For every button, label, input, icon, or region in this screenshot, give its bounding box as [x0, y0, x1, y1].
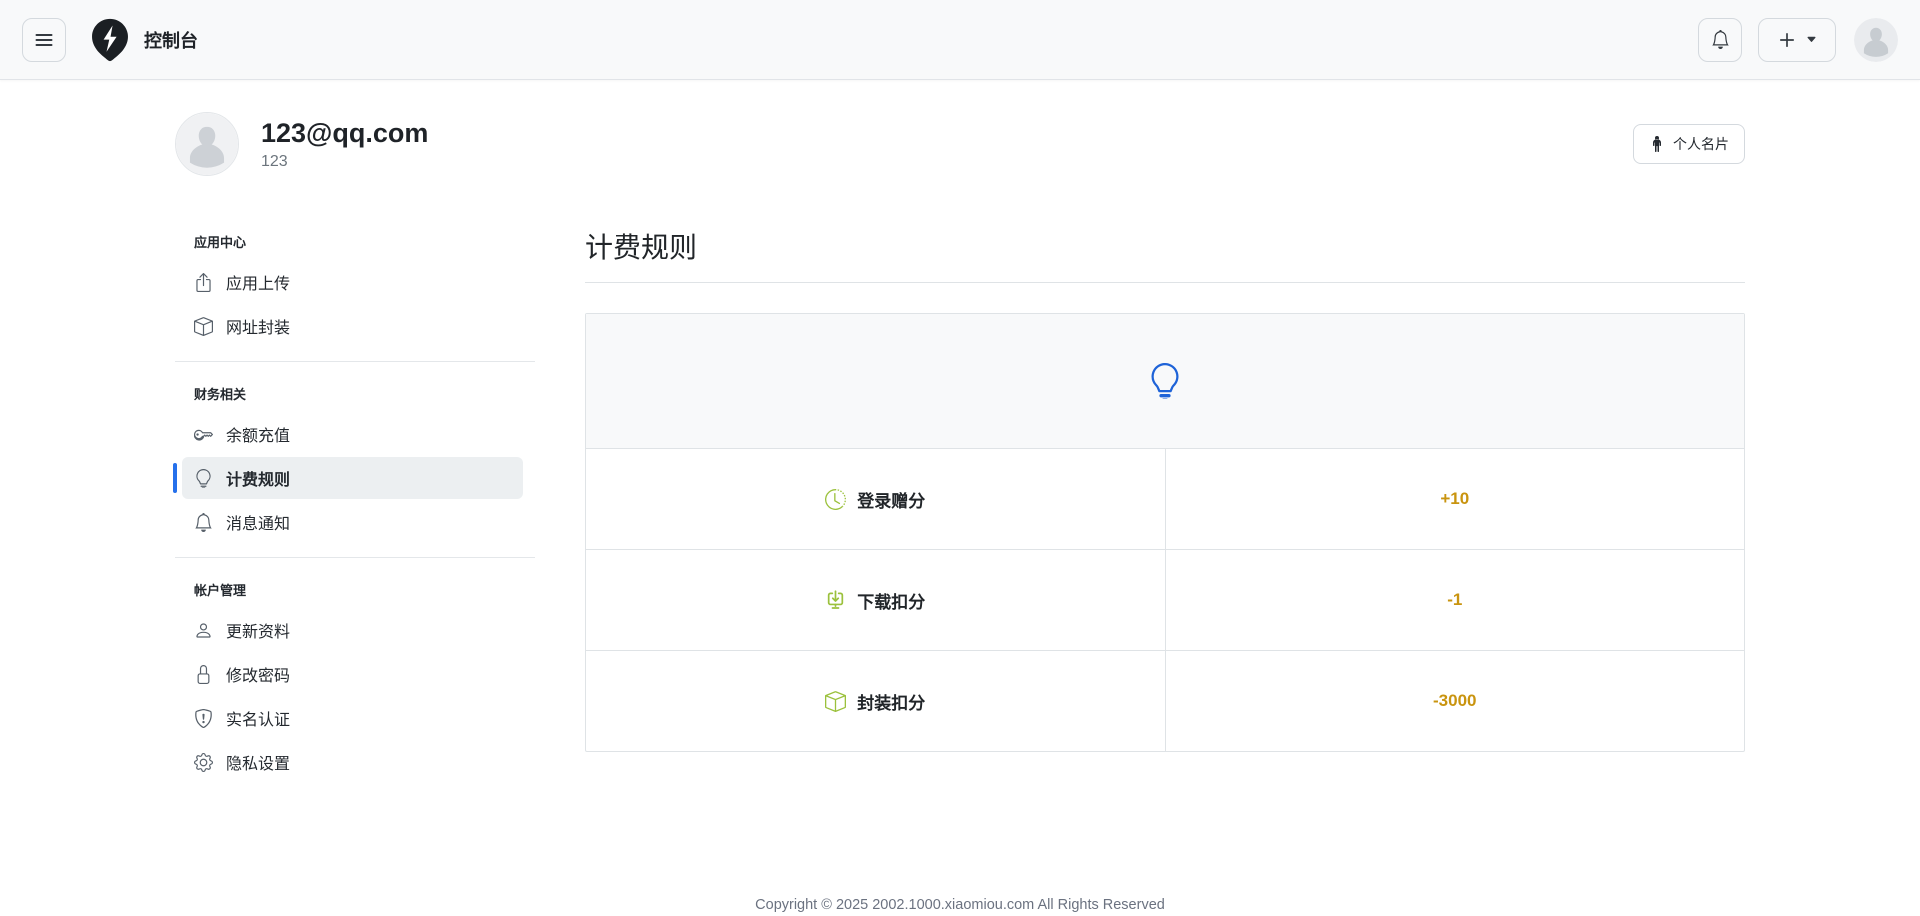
sidebar-item-real-name-verify[interactable]: 实名认证 — [182, 697, 523, 739]
profile-avatar — [175, 112, 239, 176]
app-title: 控制台 — [144, 27, 198, 53]
menu-toggle-button[interactable] — [22, 18, 66, 62]
gear-icon — [194, 753, 213, 772]
sidebar-section-finance: 财务相关 — [175, 378, 535, 413]
sidebar-item-billing-rules[interactable]: 计费规则 — [182, 457, 523, 499]
page-title: 计费规则 — [585, 226, 1745, 283]
sidebar-nav: 应用中心 应用上传 网址封装 财务相关 余额充值 — [175, 226, 535, 785]
personal-card-label: 个人名片 — [1673, 134, 1729, 154]
sidebar-item-privacy-settings[interactable]: 隐私设置 — [182, 741, 523, 783]
copyright-footer: Copyright © 2025 2002.1000.xiaomiou.com … — [0, 897, 1920, 913]
hamburger-icon — [34, 30, 54, 50]
sidebar-item-label: 计费规则 — [226, 466, 290, 490]
sidebar-item-label: 应用上传 — [226, 270, 290, 294]
rule-label: 登录赠分 — [857, 487, 925, 512]
key-icon — [194, 425, 213, 444]
rule-value: -3000 — [1166, 651, 1745, 751]
bell-icon — [194, 513, 213, 532]
personal-card-button[interactable]: 个人名片 — [1633, 124, 1745, 164]
sidebar-divider — [175, 557, 535, 558]
plus-icon — [1778, 31, 1796, 49]
user-avatar[interactable] — [1854, 18, 1898, 62]
table-row: 登录赠分 +10 — [586, 448, 1744, 549]
profile-email: 123@qq.com — [261, 117, 428, 149]
billing-rules-table: 登录赠分 +10 下载扣分 -1 — [585, 313, 1745, 752]
box-icon — [194, 317, 213, 336]
rule-value: +10 — [1166, 449, 1745, 549]
sidebar-section-app-center: 应用中心 — [175, 226, 535, 261]
sidebar-divider — [175, 361, 535, 362]
notifications-button[interactable] — [1698, 18, 1742, 62]
rule-label: 封装扣分 — [857, 689, 925, 714]
sidebar-item-update-profile[interactable]: 更新资料 — [182, 609, 523, 651]
sidebar-item-notifications[interactable]: 消息通知 — [182, 501, 523, 543]
person-icon — [194, 621, 213, 640]
table-row: 下载扣分 -1 — [586, 549, 1744, 650]
sidebar-item-label: 余额充值 — [226, 422, 290, 446]
box-icon — [825, 691, 846, 712]
clock-history-icon — [825, 489, 846, 510]
download-icon — [825, 590, 846, 611]
billing-table-header — [586, 314, 1744, 448]
sidebar-item-label: 修改密码 — [226, 662, 290, 686]
main-content: 计费规则 登录赠分 +10 — [585, 226, 1745, 752]
sidebar-item-label: 实名认证 — [226, 706, 290, 730]
sidebar-item-url-package[interactable]: 网址封装 — [182, 305, 523, 347]
create-new-button[interactable] — [1758, 18, 1836, 62]
sidebar-item-label: 消息通知 — [226, 510, 290, 534]
sidebar-section-account: 帐户管理 — [175, 574, 535, 609]
rule-label: 下载扣分 — [857, 588, 925, 613]
profile-username: 123 — [261, 153, 428, 171]
table-row: 封装扣分 -3000 — [586, 650, 1744, 751]
sidebar-item-change-password[interactable]: 修改密码 — [182, 653, 523, 695]
sidebar-item-label: 网址封装 — [226, 314, 290, 338]
rule-value: -1 — [1166, 550, 1745, 650]
sidebar-item-label: 隐私设置 — [226, 750, 290, 774]
profile-header: 123@qq.com 123 个人名片 — [175, 112, 1745, 176]
lightbulb-icon — [1147, 363, 1183, 399]
caret-down-icon — [1806, 34, 1817, 45]
app-logo-icon — [88, 17, 132, 63]
sidebar-item-label: 更新资料 — [226, 618, 290, 642]
sidebar-item-app-upload[interactable]: 应用上传 — [182, 261, 523, 303]
shield-exclamation-icon — [194, 709, 213, 728]
lightbulb-icon — [194, 469, 213, 488]
top-navbar: 控制台 — [0, 0, 1920, 80]
person-standing-icon — [1649, 136, 1665, 152]
lock-icon — [194, 665, 213, 684]
upload-icon — [194, 273, 213, 292]
sidebar-item-balance-recharge[interactable]: 余额充值 — [182, 413, 523, 455]
bell-icon — [1711, 30, 1730, 49]
